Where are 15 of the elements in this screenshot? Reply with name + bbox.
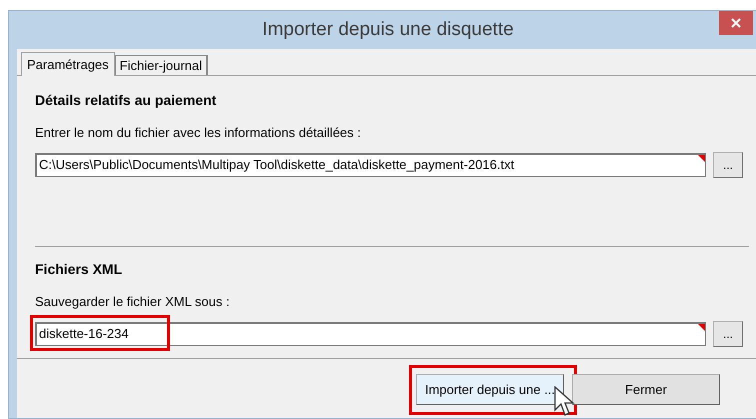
close-button[interactable] — [719, 11, 753, 35]
dialog-button[interactable]: Fermer — [572, 374, 720, 405]
close-icon — [731, 18, 741, 28]
file-path-field[interactable]: C:\Users\Public\Documents\Multipay Tool\diskette_data\diskette_payment-2016.txt — [35, 152, 706, 176]
browse-button[interactable]: ... — [713, 320, 743, 346]
file-path-field[interactable]: diskette-16-234 — [35, 322, 706, 346]
section-heading: Fichiers XML — [35, 260, 124, 279]
browse-button[interactable]: ... — [713, 152, 743, 178]
section-heading: Détails relatifs au paiement — [35, 91, 218, 110]
window-title: Importer depuis une disquette — [262, 18, 514, 42]
tab[interactable]: Paramétrages — [21, 52, 115, 76]
dialog-button[interactable]: Importer depuis une ... — [416, 374, 564, 405]
tab[interactable]: Fichier-journal — [114, 55, 208, 75]
field-label: Entrer le nom du fichier avec les informations détaillées : — [35, 124, 362, 142]
field-label: Sauvegarder le fichier XML sous : — [35, 293, 231, 311]
